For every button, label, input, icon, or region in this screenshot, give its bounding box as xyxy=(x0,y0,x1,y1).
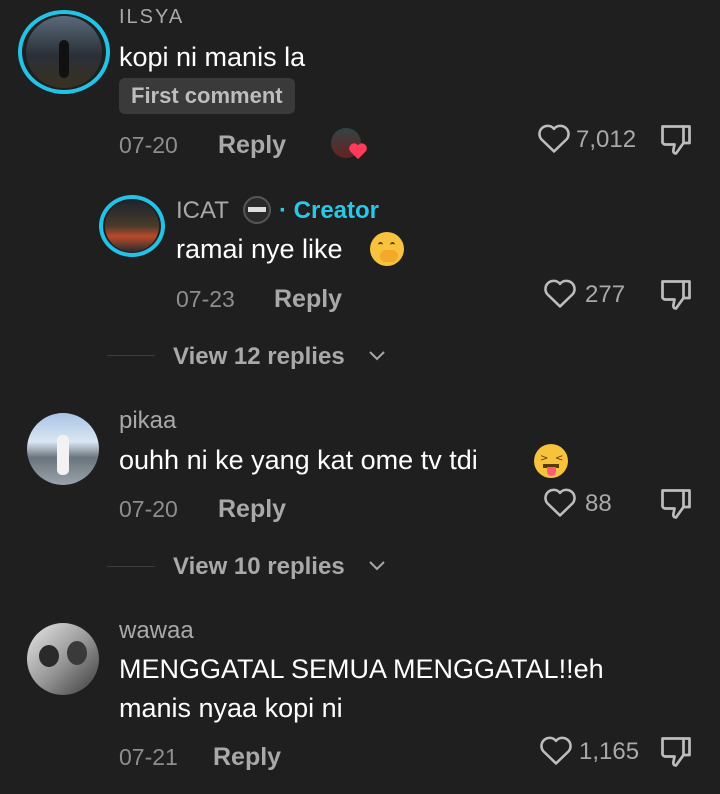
comment-username[interactable]: ICAT xyxy=(176,197,229,225)
dislike-icon[interactable] xyxy=(658,277,694,313)
first-comment-badge: First comment xyxy=(119,78,295,114)
comment-date: 07-23 xyxy=(176,286,235,312)
avatar[interactable] xyxy=(26,16,102,88)
reply-button[interactable]: Reply xyxy=(213,743,281,772)
dislike-icon[interactable] xyxy=(658,122,694,158)
avatar[interactable] xyxy=(27,413,99,485)
squinting-tongue-emoji-icon: > < xyxy=(534,444,568,478)
like-heart-icon[interactable] xyxy=(539,734,573,766)
heart-red-icon xyxy=(349,143,367,160)
like-count: 1,165 xyxy=(579,738,640,765)
comment-text-line-2: manis nyaa kopi ni xyxy=(119,693,343,723)
chevron-down-icon xyxy=(369,561,385,571)
comment-username[interactable]: wawaa xyxy=(119,617,194,645)
comment-text: kopi ni manis la xyxy=(119,42,306,72)
reply-button[interactable]: Reply xyxy=(218,495,286,524)
like-heart-icon[interactable] xyxy=(543,277,577,309)
creator-tag: · Creator xyxy=(279,197,380,224)
like-count: 88 xyxy=(585,490,612,517)
comment-date: 07-20 xyxy=(119,496,178,522)
like-heart-icon[interactable] xyxy=(537,122,571,154)
comment-text: ramai nye like xyxy=(176,234,343,264)
divider-line xyxy=(107,566,155,567)
comment-text-line-1: MENGGATAL SEMUA MENGGATAL!!eh xyxy=(119,654,604,684)
comment-date: 07-21 xyxy=(119,744,178,770)
comment-username[interactable]: pikaa xyxy=(119,407,176,435)
comment-username[interactable]: ILSYA xyxy=(119,6,184,29)
like-heart-icon[interactable] xyxy=(543,486,577,518)
comment-text: ouhh ni ke yang kat ome tv tdi xyxy=(119,445,478,475)
chevron-down-icon xyxy=(369,351,385,361)
hand-over-mouth-emoji-icon xyxy=(370,232,404,266)
comment-date: 07-20 xyxy=(119,132,178,158)
dislike-icon[interactable] xyxy=(658,486,694,522)
divider-line xyxy=(107,355,155,356)
ninja-emoji-icon xyxy=(243,196,271,224)
like-count: 277 xyxy=(585,281,626,308)
view-replies-button[interactable]: View 10 replies xyxy=(173,553,345,581)
reply-button[interactable]: Reply xyxy=(218,131,286,160)
dislike-icon[interactable] xyxy=(658,734,694,770)
like-count: 7,012 xyxy=(576,126,637,153)
avatar[interactable] xyxy=(105,200,159,252)
avatar[interactable] xyxy=(27,623,99,695)
view-replies-button[interactable]: View 12 replies xyxy=(173,343,345,371)
reply-button[interactable]: Reply xyxy=(274,285,342,314)
